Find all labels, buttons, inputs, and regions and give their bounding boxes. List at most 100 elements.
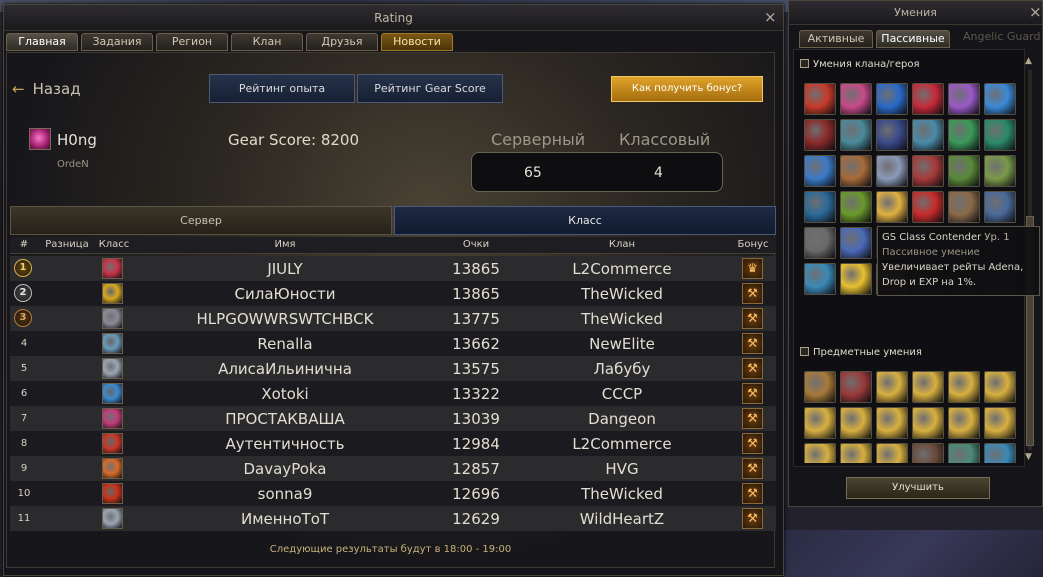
item-skill-icon[interactable] [840,371,872,403]
item-skill-icon[interactable] [948,443,980,463]
item-skill-icon[interactable] [840,407,872,439]
axe-icon[interactable]: ⚒ [742,483,763,504]
clan-skill-icon[interactable] [804,191,836,223]
axe-icon[interactable]: ⚒ [742,433,763,454]
item-skill-icon[interactable] [840,443,872,463]
bonus-info-button[interactable]: Как получить бонус? [611,76,763,102]
rating-close-icon[interactable]: × [764,9,777,25]
clan-skill-icon[interactable] [948,119,980,151]
rank-cell: 6 [20,388,28,399]
axe-icon[interactable]: ⚒ [742,283,763,304]
clan-skill-icon[interactable] [876,155,908,187]
item-skill-icon[interactable] [984,371,1016,403]
clan-skill-icon[interactable] [840,263,872,295]
segment-server[interactable]: Сервер [10,206,392,235]
clan-skill-icon[interactable] [984,83,1016,115]
table-row[interactable]: 10 sonna9 12696 TheWicked ⚒ [10,481,776,506]
table-row[interactable]: 4 Renalla 13662 NewElite ⚒ [10,331,776,356]
points-cell: 12857 [452,460,500,478]
axe-icon[interactable]: ⚒ [742,383,763,404]
clan-skill-icon[interactable] [840,155,872,187]
item-skill-icon[interactable] [876,371,908,403]
skills-tab-passive[interactable]: Пассивные [876,30,950,48]
table-row[interactable]: 8 Аутентичность 12984 L2Commerce ⚒ [10,431,776,456]
tab-news[interactable]: Новости [381,33,453,51]
segment-class[interactable]: Класс [394,206,776,235]
tab-quests[interactable]: Задания [81,33,153,51]
player-clan: OrdeN [57,159,89,170]
clan-skill-icon[interactable] [876,119,908,151]
item-skill-icon[interactable] [876,407,908,439]
tab-main[interactable]: Главная [6,33,78,51]
item-skill-icon[interactable] [948,371,980,403]
item-skill-icon[interactable] [912,371,944,403]
clan-skill-icon[interactable] [948,83,980,115]
clan-skill-icon[interactable] [840,227,872,259]
rank-box: 65 4 [471,152,723,192]
item-skill-icon[interactable] [948,407,980,439]
axe-icon[interactable]: ⚒ [742,333,763,354]
table-row[interactable]: 1 JIULY 13865 L2Commerce ♛ [10,256,776,281]
table-row[interactable]: 6 Xotoki 13322 СССР ⚒ [10,381,776,406]
tab-clan[interactable]: Клан [231,33,303,51]
clan-skill-icon[interactable] [876,83,908,115]
item-skill-icon[interactable] [912,407,944,439]
axe-icon[interactable]: ⚒ [742,308,763,329]
item-skill-icon[interactable] [876,443,908,463]
clan-skill-icon[interactable] [912,191,944,223]
clan-skill-icon[interactable] [912,83,944,115]
clan-skill-icon[interactable] [804,119,836,151]
rating-tabs: Главная Задания Регион Клан Друзья Новос… [6,33,453,51]
col-rank: # [19,239,29,250]
scroll-up-icon[interactable]: ▲ [1025,56,1032,66]
table-row[interactable]: 5 АлисаИльинична 13575 Лабубу ⚒ [10,356,776,381]
section-clan-skills[interactable]: Умения клана/героя [800,58,920,70]
item-skill-icon[interactable] [984,407,1016,439]
tab-region[interactable]: Регион [156,33,228,51]
table-row[interactable]: 2 СилаЮности 13865 TheWicked ⚒ [10,281,776,306]
rating-gearscore-button[interactable]: Рейтинг Gear Score [357,74,503,103]
clan-skill-icon[interactable] [876,191,908,223]
skills-tab-active[interactable]: Активные [799,30,873,48]
table-row[interactable]: 11 ИменноТоТ 12629 WildHeartZ ⚒ [10,506,776,531]
item-skill-icon[interactable] [804,443,836,463]
clan-skill-icon[interactable] [984,155,1016,187]
section-item-skills[interactable]: Предметные умения [800,346,922,358]
scroll-down-icon[interactable]: ▼ [1025,452,1032,462]
item-skill-icon[interactable] [804,407,836,439]
back-button[interactable]: ← Назад [12,80,81,98]
axe-icon[interactable]: ⚒ [742,358,763,379]
class-icon [102,408,123,429]
clan-cell: TheWicked [581,285,663,303]
crown-icon[interactable]: ♛ [742,258,763,279]
table-row[interactable]: 7 ПРОСТАКВАША 13039 Dangeon ⚒ [10,406,776,431]
clan-skill-icon[interactable] [840,191,872,223]
clan-skill-icon[interactable] [984,191,1016,223]
clan-skill-icon[interactable] [984,119,1016,151]
clan-skill-icon[interactable] [804,83,836,115]
axe-icon[interactable]: ⚒ [742,508,763,529]
upgrade-button[interactable]: Улучшить [846,477,990,499]
name-cell: Renalla [257,335,313,353]
clan-skill-icon[interactable] [804,263,836,295]
axe-icon[interactable]: ⚒ [742,408,763,429]
table-row[interactable]: 9 DavayPoka 12857 HVG ⚒ [10,456,776,481]
axe-icon[interactable]: ⚒ [742,458,763,479]
clan-skill-icon[interactable] [948,191,980,223]
server-rank-label: Серверный [491,130,586,149]
clan-skill-icon[interactable] [804,227,836,259]
table-row[interactable]: 3 HLPGOWWRSWTCHBCK 13775 TheWicked ⚒ [10,306,776,331]
item-skill-icon[interactable] [984,443,1016,463]
tab-friends[interactable]: Друзья [306,33,378,51]
skills-close-icon[interactable]: × [1029,4,1042,20]
tooltip-skill-name: GS Class Contender [882,232,982,243]
item-skill-icon[interactable] [912,443,944,463]
clan-skill-icon[interactable] [804,155,836,187]
clan-skill-icon[interactable] [948,155,980,187]
item-skill-icon[interactable] [804,371,836,403]
clan-skill-icon[interactable] [912,119,944,151]
clan-skill-icon[interactable] [912,155,944,187]
clan-skill-icon[interactable] [840,119,872,151]
clan-skill-icon[interactable] [840,83,872,115]
rating-exp-button[interactable]: Рейтинг опыта [209,74,355,103]
